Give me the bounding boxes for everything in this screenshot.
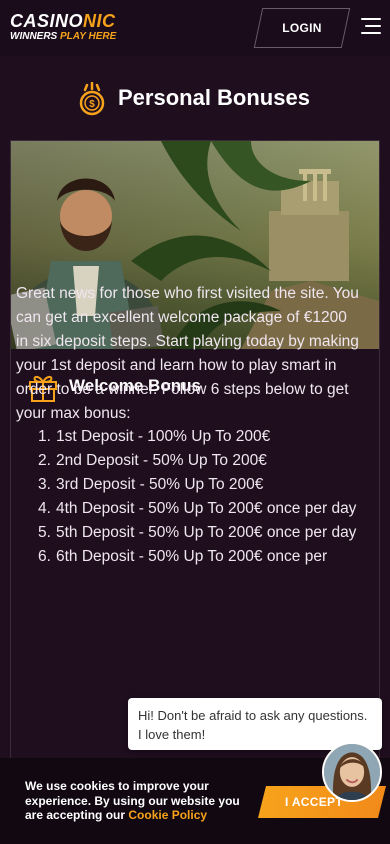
top-header: CASINONIC WINNERS PLAY HERE LOGIN xyxy=(0,0,390,56)
list-item: 1. 1st Deposit - 100% Up To 200€ xyxy=(38,428,271,445)
list-item: 3. 3rd Deposit - 50% Up To 200€ xyxy=(38,476,264,493)
login-button-label[interactable]: LOGIN xyxy=(258,8,346,48)
casinonic-logo[interactable]: CASINONIC WINNERS PLAY HERE xyxy=(10,12,116,43)
page-title-row: $ Personal Bonuses xyxy=(0,80,390,120)
cookie-policy-link[interactable]: Cookie Policy xyxy=(128,808,207,822)
list-item: 6. 6th Deposit - 50% Up To 200€ once per xyxy=(38,548,328,565)
list-item: 4. 4th Deposit - 50% Up To 200€ once per … xyxy=(38,500,357,517)
logo-tagline: WINNERS PLAY HERE xyxy=(10,31,117,42)
chat-agent-avatar[interactable] xyxy=(322,742,382,802)
logo-wordmark: CASINONIC xyxy=(10,11,116,31)
cookie-message: We use cookies to improve your experienc… xyxy=(25,779,240,822)
svg-text:$: $ xyxy=(89,99,95,110)
hamburger-icon[interactable] xyxy=(361,18,381,36)
page-title: Personal Bonuses xyxy=(118,85,310,110)
list-item: 2. 2nd Deposit - 50% Up To 200€ xyxy=(38,452,267,469)
bonus-description: Great news for those who first visited t… xyxy=(16,285,359,422)
coin-stack-icon: $ xyxy=(79,82,105,116)
deposit-steps-list: 1. 1st Deposit - 100% Up To 200€ 2. 2nd De… xyxy=(16,425,361,569)
list-item: 5. 5th Deposit - 50% Up To 200€ once per … xyxy=(38,524,357,541)
